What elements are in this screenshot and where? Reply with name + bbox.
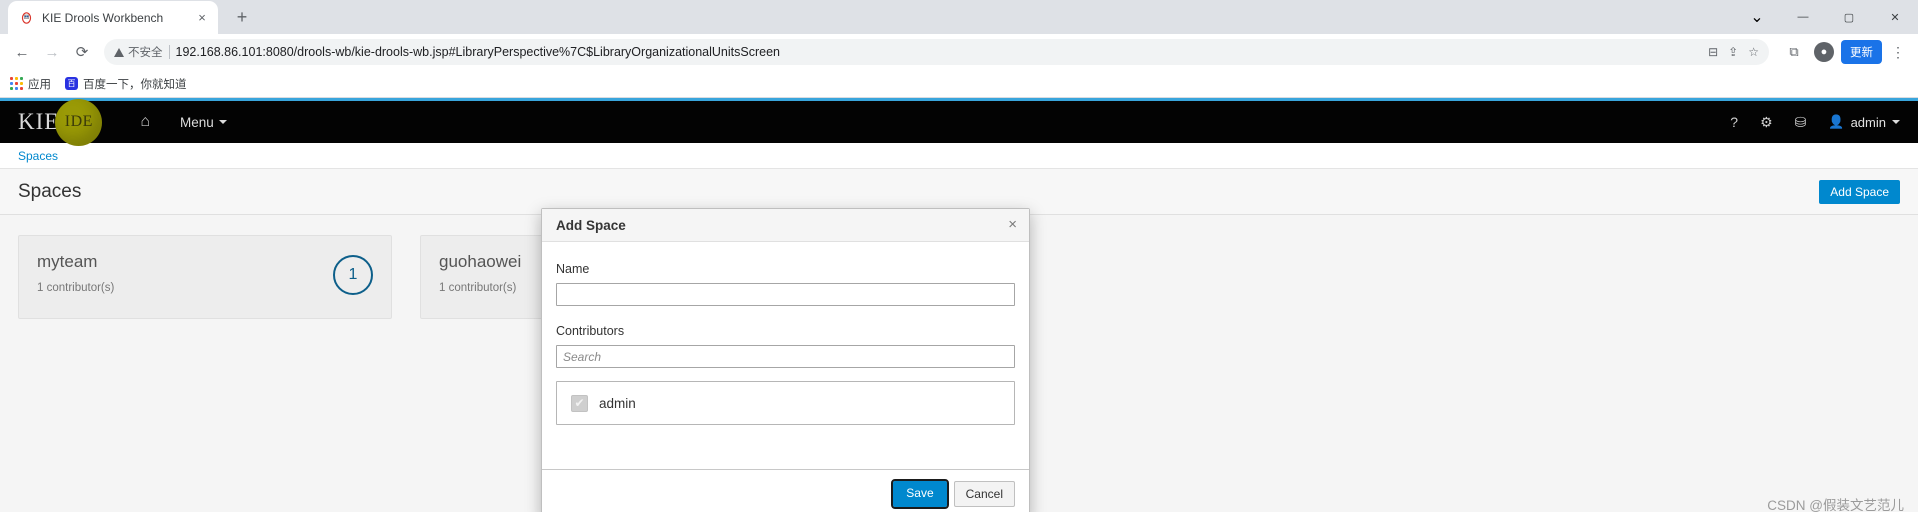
name-input[interactable] <box>556 283 1015 306</box>
window-controls: ⌄ — ▢ ✕ <box>1734 0 1918 34</box>
not-secure-label: 不安全 <box>128 47 163 59</box>
kie-logo[interactable]: KIE IDE <box>18 98 103 146</box>
space-name: myteam <box>37 252 98 271</box>
list-item[interactable]: ✔ admin <box>571 392 1000 414</box>
profile-icon: ● <box>1814 42 1834 62</box>
dialog-title: Add Space <box>556 217 626 233</box>
reset-icon[interactable]: ⛁ <box>1795 114 1807 131</box>
breadcrumb: Spaces <box>0 143 1918 169</box>
url-text: 192.168.86.101:8080/drools-wb/kie-drools… <box>175 45 781 59</box>
menu-dropdown[interactable]: Menu <box>180 115 227 130</box>
dialog-header: Add Space × <box>542 209 1029 242</box>
tab-close-icon[interactable]: × <box>194 10 210 26</box>
menu-label: Menu <box>180 114 214 130</box>
address-bar[interactable]: 不安全 192.168.86.101:8080/drools-wb/kie-dr… <box>104 39 1769 65</box>
omnibox-icons: ⊟ ⇪ ☆ <box>1700 45 1759 59</box>
not-secure-indicator[interactable]: 不安全 <box>114 44 163 60</box>
user-label: admin <box>1850 114 1886 130</box>
cancel-button[interactable]: Cancel <box>953 481 1015 508</box>
browser-toolbar: ← → ⟳ 不安全 192.168.86.101:8080/drools-wb/… <box>0 34 1918 70</box>
page-title: Spaces <box>18 180 82 202</box>
chevron-down-icon <box>218 120 227 124</box>
dialog-body: Name Contributors ✔ admin <box>542 242 1029 433</box>
omnibox-divider <box>168 45 170 59</box>
header-right: ? ⚙ ⛁ 👤 admin <box>1730 114 1900 131</box>
maximize-button[interactable]: ▢ <box>1826 0 1872 34</box>
name-label: Name <box>556 262 590 276</box>
browser-menu-icon[interactable]: ⋮ <box>1886 39 1910 65</box>
bookmark-label: 百度一下，你就知道 <box>83 78 187 91</box>
bookmarks-bar: 应用 百 百度一下，你就知道 <box>0 70 1918 98</box>
baidu-icon: 百 <box>65 77 78 90</box>
help-icon[interactable]: ? <box>1730 114 1738 130</box>
share-icon[interactable]: ⇪ <box>1728 45 1738 59</box>
avatar[interactable]: ● <box>1811 39 1837 65</box>
add-space-dialog: Add Space × Name Contributors ✔ admin Sa… <box>541 208 1030 512</box>
gear-icon[interactable]: ⚙ <box>1760 114 1773 131</box>
bookmark-baidu[interactable]: 百 百度一下，你就知道 <box>65 76 187 92</box>
forward-icon[interactable]: → <box>38 38 66 66</box>
contributors-list: ✔ admin <box>556 381 1015 425</box>
bookmark-star-icon[interactable]: ☆ <box>1748 45 1759 59</box>
warning-triangle-icon <box>114 47 124 57</box>
breadcrumb-item-spaces[interactable]: Spaces <box>18 149 58 163</box>
space-card[interactable]: myteam 1 contributor(s) 1 <box>18 235 392 319</box>
save-button[interactable]: Save <box>891 478 949 510</box>
home-icon[interactable]: ⌂ <box>140 113 150 131</box>
reload-icon[interactable]: ⟳ <box>68 38 96 66</box>
tab-search-caret-icon[interactable]: ⌄ <box>1734 0 1780 34</box>
bookmark-apps[interactable]: 应用 <box>10 76 51 92</box>
new-tab-button[interactable]: + <box>228 3 256 31</box>
minimize-button[interactable]: — <box>1780 0 1826 34</box>
user-menu[interactable]: 👤 admin <box>1828 114 1900 130</box>
add-space-button[interactable]: Add Space <box>1819 180 1900 205</box>
browser-window: KIE Drools Workbench × + ⌄ — ▢ ✕ ← → ⟳ 不… <box>0 0 1918 512</box>
app-content: KIE IDE ⌂ Menu ? ⚙ ⛁ 👤 admin Spaces Spac… <box>0 98 1918 512</box>
ide-badge: IDE <box>55 98 103 146</box>
tab-title: KIE Drools Workbench <box>42 10 164 25</box>
contributor-name: admin <box>599 395 636 411</box>
contributors-label: Contributors <box>556 324 625 338</box>
space-contributors: 1 contributor(s) <box>37 282 115 294</box>
user-icon: 👤 <box>1828 114 1845 129</box>
watermark: CSDN @假装文艺范儿 <box>1767 498 1904 512</box>
close-icon[interactable]: × <box>1008 217 1017 232</box>
back-icon[interactable]: ← <box>8 38 36 66</box>
chevron-down-icon <box>1892 120 1900 124</box>
status-badge: 1 <box>333 255 373 295</box>
tab-strip: KIE Drools Workbench × + ⌄ — ▢ ✕ <box>0 0 1918 34</box>
update-button[interactable]: 更新 <box>1841 40 1882 64</box>
apps-grid-icon <box>10 77 23 90</box>
browser-tab[interactable]: KIE Drools Workbench × <box>8 1 218 34</box>
payment-icon[interactable]: ⊟ <box>1708 45 1718 59</box>
checkbox-checked-disabled-icon: ✔ <box>571 394 588 412</box>
drools-favicon-icon <box>19 10 34 25</box>
kie-header: KIE IDE ⌂ Menu ? ⚙ ⛁ 👤 admin <box>0 98 1918 146</box>
kie-logo-text: KIE <box>18 109 60 134</box>
puzzle-icon[interactable]: ⧉ <box>1781 39 1807 65</box>
close-window-button[interactable]: ✕ <box>1872 0 1918 34</box>
dialog-footer: Save Cancel <box>542 469 1029 512</box>
bookmark-label: 应用 <box>28 78 51 91</box>
toolbar-right: ⧉ ● 更新 ⋮ <box>1777 39 1910 65</box>
search-input[interactable] <box>556 345 1015 368</box>
